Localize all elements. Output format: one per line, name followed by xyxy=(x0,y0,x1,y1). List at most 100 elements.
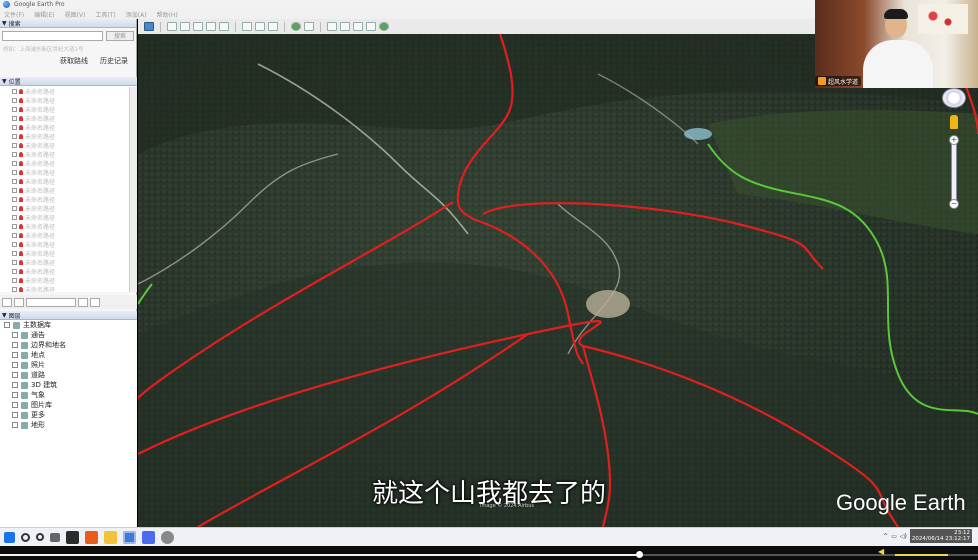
place-checkbox[interactable] xyxy=(12,233,17,238)
task-view-icon[interactable] xyxy=(50,532,60,542)
layer-checkbox[interactable] xyxy=(12,362,18,368)
ruler-button[interactable] xyxy=(304,22,314,31)
search-icon[interactable] xyxy=(21,532,30,542)
place-checkbox[interactable] xyxy=(12,260,17,265)
place-checkbox[interactable] xyxy=(12,116,17,121)
layer-item[interactable]: 图片库 xyxy=(0,400,137,410)
place-item[interactable]: 未命名路径 xyxy=(0,213,137,222)
place-item[interactable]: 未命名路径 xyxy=(0,267,137,276)
menu-view[interactable]: 视图(V) xyxy=(65,10,86,19)
layer-checkbox[interactable] xyxy=(12,422,18,428)
place-item[interactable]: 未命名路径 xyxy=(0,105,137,114)
earth-view-button[interactable] xyxy=(291,22,301,31)
place-item[interactable]: 未命名路径 xyxy=(0,276,137,285)
speaker-icon[interactable]: ◀ xyxy=(878,548,888,556)
historical-imagery-button[interactable] xyxy=(242,22,252,31)
zoom-out-button[interactable]: − xyxy=(949,199,959,209)
layer-checkbox[interactable] xyxy=(12,332,18,338)
search-button[interactable]: 搜索 xyxy=(106,31,134,41)
sunlight-button[interactable] xyxy=(255,22,265,31)
layer-item[interactable]: 主数据库 xyxy=(0,320,137,330)
place-checkbox[interactable] xyxy=(12,278,17,283)
place-item[interactable]: 未命名路径 xyxy=(0,249,137,258)
place-checkbox[interactable] xyxy=(12,161,17,166)
place-checkbox[interactable] xyxy=(12,143,17,148)
place-item[interactable]: 未命名路径 xyxy=(0,285,137,292)
layers-section-header[interactable]: ▼ 图层 xyxy=(0,311,137,320)
layer-checkbox[interactable] xyxy=(12,352,18,358)
menu-tools[interactable]: 工具(T) xyxy=(95,10,115,19)
places-scrollbar[interactable] xyxy=(129,87,137,292)
progress-track[interactable] xyxy=(0,554,978,556)
place-checkbox[interactable] xyxy=(12,89,17,94)
place-item[interactable]: 未命名路径 xyxy=(0,96,137,105)
app-icon[interactable] xyxy=(85,530,98,544)
compass-icon[interactable] xyxy=(942,88,966,108)
place-checkbox[interactable] xyxy=(12,179,17,184)
place-item[interactable]: 未命名路径 xyxy=(0,231,137,240)
menu-file[interactable]: 文件(F) xyxy=(4,10,24,19)
place-checkbox[interactable] xyxy=(12,170,17,175)
layer-item[interactable]: 更多 xyxy=(0,410,137,420)
layer-item[interactable]: 道路 xyxy=(0,370,137,380)
place-item[interactable]: 未命名路径 xyxy=(0,87,137,96)
place-item[interactable]: 未命名路径 xyxy=(0,123,137,132)
search-section-header[interactable]: ▼ 搜索 xyxy=(0,19,136,28)
sidebar-toggle-button[interactable] xyxy=(144,22,154,31)
layer-item[interactable]: 气象 xyxy=(0,390,137,400)
layer-checkbox[interactable] xyxy=(12,382,18,388)
layer-item[interactable]: 边界和地名 xyxy=(0,340,137,350)
place-checkbox[interactable] xyxy=(12,152,17,157)
place-checkbox[interactable] xyxy=(12,287,17,292)
layer-item[interactable]: 地形 xyxy=(0,420,137,430)
clock[interactable]: 23:12 2024/06/14 23:12:17 xyxy=(909,529,972,543)
layer-checkbox[interactable] xyxy=(12,372,18,378)
place-item[interactable]: 未命名路径 xyxy=(0,159,137,168)
history-link[interactable]: 历史记录 xyxy=(100,56,128,66)
volume-icon[interactable]: ◁) xyxy=(900,533,907,540)
cortana-icon[interactable] xyxy=(36,533,44,541)
layer-item[interactable]: 照片 xyxy=(0,360,137,370)
app-icon[interactable] xyxy=(66,530,79,544)
email-button[interactable] xyxy=(327,22,337,31)
place-item[interactable]: 未命名路径 xyxy=(0,168,137,177)
place-checkbox[interactable] xyxy=(12,206,17,211)
tour-button[interactable] xyxy=(219,22,229,31)
move-down-button[interactable] xyxy=(90,297,100,307)
zoom-slider-icon[interactable]: + − xyxy=(949,135,959,209)
sidebar-view-button[interactable] xyxy=(14,297,24,307)
layer-item[interactable]: 3D 建筑 xyxy=(0,380,137,390)
place-item[interactable]: 未命名路径 xyxy=(0,141,137,150)
windows-start-icon[interactable] xyxy=(4,531,15,543)
pegman-icon[interactable] xyxy=(950,115,958,129)
layer-checkbox[interactable] xyxy=(4,322,10,328)
save-image-button[interactable] xyxy=(353,22,363,31)
layer-checkbox[interactable] xyxy=(12,412,18,418)
place-checkbox[interactable] xyxy=(12,242,17,247)
place-item[interactable]: 未命名路径 xyxy=(0,114,137,123)
place-checkbox[interactable] xyxy=(12,107,17,112)
layer-checkbox[interactable] xyxy=(12,392,18,398)
menu-help[interactable]: 帮助(H) xyxy=(157,10,178,19)
place-checkbox[interactable] xyxy=(12,197,17,202)
menu-edit[interactable]: 编辑(E) xyxy=(34,10,54,19)
layer-checkbox[interactable] xyxy=(12,402,18,408)
planets-button[interactable] xyxy=(268,22,278,31)
places-section-header[interactable]: ▼ 位置 xyxy=(0,77,137,86)
network-icon[interactable]: ▭ xyxy=(891,533,897,540)
place-item[interactable]: 未命名路径 xyxy=(0,204,137,213)
path-button[interactable] xyxy=(193,22,203,31)
image-overlay-button[interactable] xyxy=(206,22,216,31)
layer-item[interactable]: 通告 xyxy=(0,330,137,340)
search-input[interactable] xyxy=(2,31,103,41)
app-icon[interactable] xyxy=(142,530,155,544)
google-earth-taskbar-icon[interactable] xyxy=(161,530,174,544)
place-item[interactable]: 未命名路径 xyxy=(0,132,137,141)
maps-button[interactable] xyxy=(366,22,376,31)
places-filter-input[interactable] xyxy=(26,297,76,307)
progress-handle[interactable] xyxy=(635,551,643,558)
place-item[interactable]: 未命名路径 xyxy=(0,186,137,195)
get-directions-link[interactable]: 获取路线 xyxy=(60,56,88,66)
place-checkbox[interactable] xyxy=(12,134,17,139)
tray-arrow-icon[interactable]: ^ xyxy=(883,533,888,540)
